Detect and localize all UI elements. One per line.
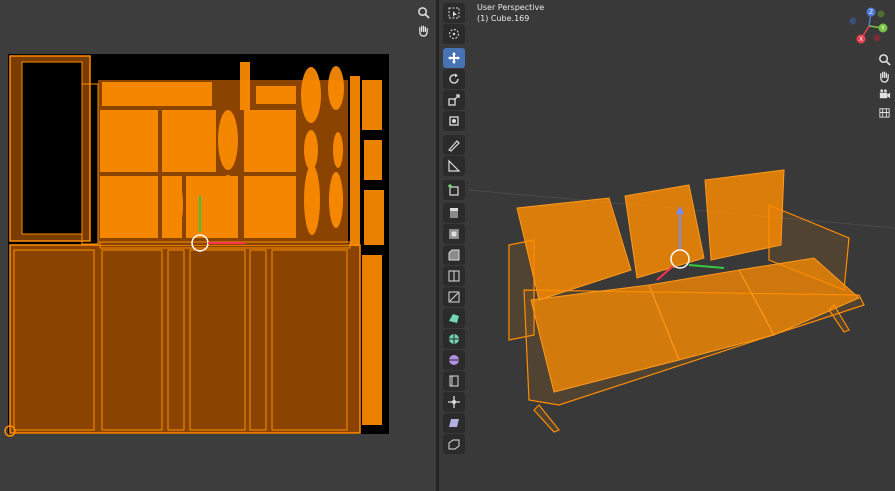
gizmo-x-label: X (859, 36, 863, 43)
hand-pan-icon[interactable] (875, 67, 893, 85)
uv-canvas[interactable] (0, 0, 436, 491)
camera-view-icon[interactable] (875, 85, 893, 103)
uv-hand-pan-icon[interactable] (414, 21, 432, 39)
3d-scene[interactable] (439, 0, 895, 491)
uv-editor[interactable] (0, 0, 436, 491)
gizmo-y-label: Y (880, 25, 885, 32)
uv-zoom-icon[interactable] (414, 3, 432, 21)
grid-perspective-icon[interactable] (875, 103, 893, 121)
axis-gizmo[interactable]: Z Y X (845, 6, 893, 46)
3d-viewport[interactable]: User Perspective (1) Cube.169 Z Y X (439, 0, 895, 491)
zoom-icon[interactable] (875, 50, 893, 68)
gizmo-z-label: Z (869, 9, 873, 16)
